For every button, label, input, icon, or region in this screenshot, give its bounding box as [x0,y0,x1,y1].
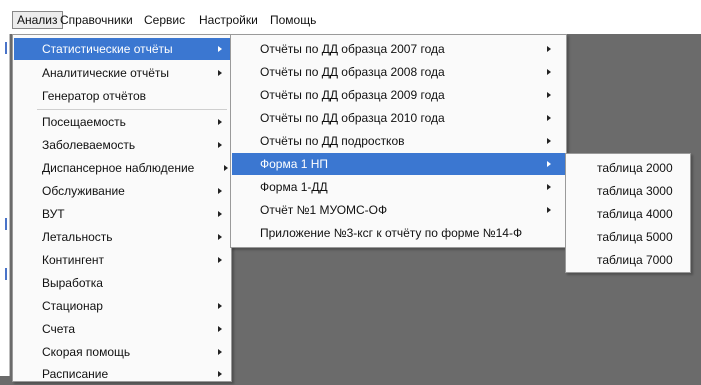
submenu-arrow-icon [218,119,222,125]
menu-item-label: Аналитические отчёты [42,66,170,80]
menu-item-label: таблица 3000 [597,184,673,198]
submenu-arrow-icon [547,69,551,75]
menu-item-label: Приложение №3-ксг к отчёту по форме №14-… [260,226,523,240]
left-panel-strip [0,34,10,376]
menu-item-label: Расписание [42,367,109,381]
menu-item-label: Скорая помощь [42,345,131,359]
menu-item-label: Летальность [42,230,113,244]
menu-separator [37,109,227,110]
submenu-arrow-icon [218,70,222,76]
menubar-settings[interactable]: Настройки [195,12,262,28]
submenu-arrow-icon [218,211,222,217]
submenu-arrow-icon [547,184,551,190]
submenu-arrow-icon [218,46,222,52]
submenu-arrow-icon [547,46,551,52]
menubar-service[interactable]: Сервис [140,12,189,28]
menu-item-appendix-3-ksg[interactable]: Приложение №3-ксг к отчёту по форме №14-… [232,222,565,244]
menubar-analysis[interactable]: Анализ [12,11,63,29]
menu-item-label: Счета [42,322,76,336]
panel-marker [5,218,7,230]
menu-item-table-3000[interactable]: таблица 3000 [567,180,689,202]
menu-item-morbidity[interactable]: Заболеваемость [14,134,230,156]
submenu-arrow-icon [218,142,222,148]
menu-item-label: Генератор отчётов [42,89,147,103]
menu-item-table-2000[interactable]: таблица 2000 [567,157,689,179]
menu-item-output[interactable]: Выработка [14,272,230,294]
submenu-arrow-icon [547,161,551,167]
menu-item-table-7000[interactable]: таблица 7000 [567,249,689,271]
menu-item-vut[interactable]: ВУТ [14,203,230,225]
menu-item-table-4000[interactable]: таблица 4000 [567,203,689,225]
menu-item-label: Отчёт №1 МУОМС-ОФ [260,203,388,217]
menu-item-attendance[interactable]: Посещаемость [14,111,230,133]
menu-item-schedule[interactable]: Расписание [14,363,230,385]
menu-item-dd-2009[interactable]: Отчёты по ДД образца 2009 года [232,84,565,106]
menu-item-label: Отчёты по ДД подростков [260,134,405,148]
menu-item-label: Выработка [42,276,103,290]
menu-item-label: Отчёты по ДД образца 2010 года [260,111,445,125]
menu-item-label: Статистические отчёты [42,42,173,56]
menu-item-contingent[interactable]: Контингент [14,249,230,271]
menu-bar: Анализ Справочники Сервис Настройки Помо… [0,0,701,34]
menu-item-label: Отчёты по ДД образца 2009 года [260,88,445,102]
menu-item-dispensary-observation[interactable]: Диспансерное наблюдение [14,157,230,179]
menu-item-label: таблица 5000 [597,230,673,244]
menu-item-mortality[interactable]: Летальность [14,226,230,248]
menu-item-label: таблица 7000 [597,253,673,267]
panel-marker [5,268,7,280]
panel-marker [5,42,7,54]
menu-item-service[interactable]: Обслуживание [14,180,230,202]
submenu-arrow-icon [218,234,222,240]
menu-item-form-1-np[interactable]: Форма 1 НП [232,153,565,175]
menu-item-dd-2007[interactable]: Отчёты по ДД образца 2007 года [232,38,565,60]
form-1-np-submenu: таблица 2000 таблица 3000 таблица 4000 т… [565,153,691,273]
menu-item-label: Стационар [42,299,103,313]
menu-item-dd-2008[interactable]: Отчёты по ДД образца 2008 года [232,61,565,83]
menu-item-hospital[interactable]: Стационар [14,295,230,317]
submenu-arrow-icon [218,326,222,332]
menu-item-ambulance[interactable]: Скорая помощь [14,341,230,363]
submenu-arrow-icon [218,349,222,355]
menu-item-dd-teenagers[interactable]: Отчёты по ДД подростков [232,130,565,152]
menu-item-label: Заболеваемость [42,138,136,152]
menu-item-table-5000[interactable]: таблица 5000 [567,226,689,248]
menu-item-label: таблица 2000 [597,161,673,175]
menu-item-label: Форма 1 НП [260,157,329,171]
submenu-arrow-icon [547,115,551,121]
menu-item-analytical-reports[interactable]: Аналитические отчёты [14,62,230,84]
submenu-arrow-icon [547,92,551,98]
menu-item-label: Контингент [42,253,105,267]
menu-item-label: Отчёты по ДД образца 2008 года [260,65,445,79]
menu-item-form-1-dd[interactable]: Форма 1-ДД [232,176,565,198]
menu-item-dd-2010[interactable]: Отчёты по ДД образца 2010 года [232,107,565,129]
menu-item-label: Отчёты по ДД образца 2007 года [260,42,445,56]
menu-item-label: Обслуживание [42,184,125,198]
analysis-menu: Статистические отчёты Аналитические отчё… [12,34,232,382]
menu-item-report-1-muoms[interactable]: Отчёт №1 МУОМС-ОФ [232,199,565,221]
menu-item-label: Диспансерное наблюдение [42,161,195,175]
menu-item-label: Форма 1-ДД [260,180,328,194]
menu-item-label: таблица 4000 [597,207,673,221]
submenu-arrow-icon [547,207,551,213]
submenu-arrow-icon [218,303,222,309]
menu-item-label: Посещаемость [42,115,126,129]
submenu-arrow-icon [224,165,228,171]
menu-item-label: ВУТ [42,207,65,221]
submenu-arrow-icon [218,257,222,263]
menu-item-invoices[interactable]: Счета [14,318,230,340]
menubar-reference-books[interactable]: Справочники [56,12,137,28]
submenu-arrow-icon [218,371,222,377]
submenu-arrow-icon [218,188,222,194]
menubar-help[interactable]: Помощь [266,12,320,28]
submenu-arrow-icon [547,138,551,144]
menu-item-statistical-reports[interactable]: Статистические отчёты [14,38,230,60]
menu-item-report-generator[interactable]: Генератор отчётов [14,85,230,107]
statistical-reports-submenu: Отчёты по ДД образца 2007 года Отчёты по… [230,34,567,248]
